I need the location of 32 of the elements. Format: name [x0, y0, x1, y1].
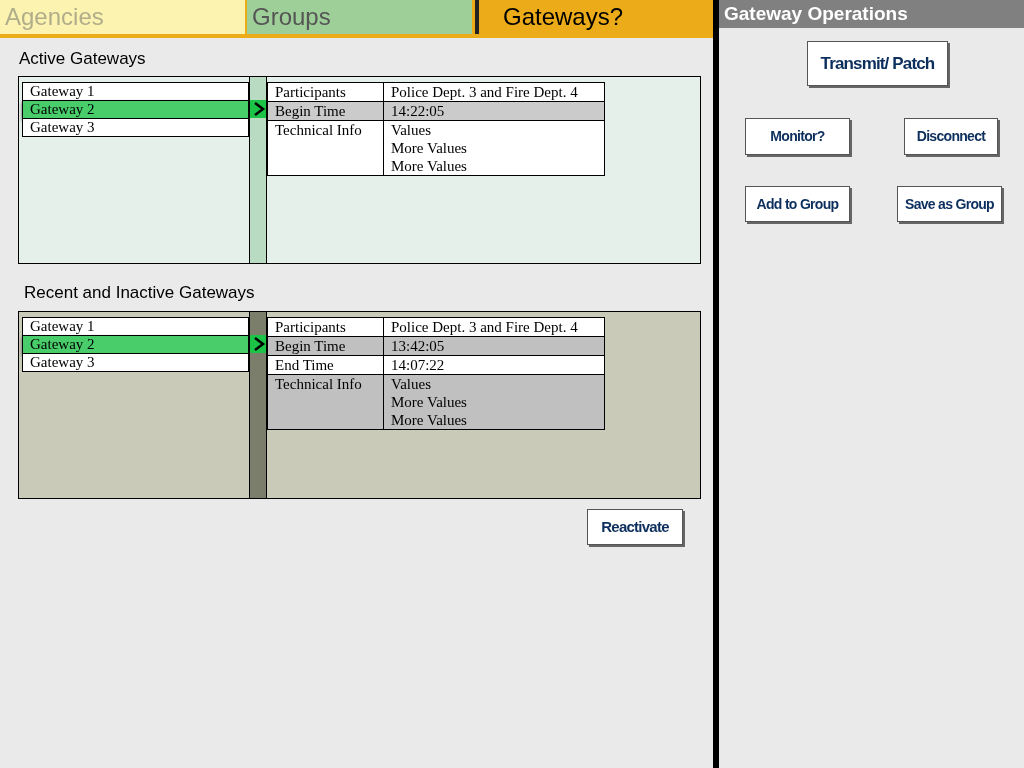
detail-value: More Values	[391, 393, 468, 411]
reactivate-button[interactable]: Reactivate	[587, 509, 683, 545]
detail-value: Police Dept. 3 and Fire Dept. 4	[391, 82, 579, 101]
gateway-item[interactable]: Gateway 1	[22, 81, 249, 101]
operation-button[interactable]: Disconnect	[904, 118, 998, 155]
detail-label: Participants	[268, 82, 384, 101]
splitter[interactable]	[249, 312, 267, 498]
detail-label: End Time	[268, 356, 384, 374]
section-title: Recent and Inactive Gateways	[24, 281, 256, 304]
operation-button[interactable]: Save as Group	[897, 186, 1002, 222]
operation-button[interactable]: Transmit/ Patch	[807, 41, 948, 86]
gateway-item[interactable]: Gateway 3	[22, 353, 249, 372]
tab[interactable]: Groups	[247, 0, 472, 34]
detail-value: Police Dept. 3 and Fire Dept. 4	[391, 318, 579, 336]
section-title: Active Gateways	[19, 48, 147, 70]
operation-button[interactable]: Add to Group	[745, 186, 850, 222]
detail-value: More Values	[391, 138, 468, 157]
detail-value: More Values	[391, 411, 468, 429]
detail-label: Participants	[268, 318, 384, 336]
detail-value: 13:42:05	[391, 337, 446, 355]
detail-value: More Values	[391, 156, 468, 175]
detail-label: Begin Time	[268, 101, 384, 120]
detail-value: Values	[391, 120, 432, 139]
detail-label: Technical Info	[268, 375, 384, 429]
detail-value: 14:07:22	[391, 356, 446, 374]
panel-title: Gateway Operations	[719, 0, 1024, 28]
detail-label: Technical Info	[268, 120, 384, 175]
detail-value: Values	[391, 375, 432, 393]
operation-button[interactable]: Monitor?	[745, 118, 850, 155]
detail-value: 14:22:05	[391, 101, 446, 120]
detail-label: Begin Time	[268, 337, 384, 355]
splitter[interactable]	[249, 76, 267, 263]
